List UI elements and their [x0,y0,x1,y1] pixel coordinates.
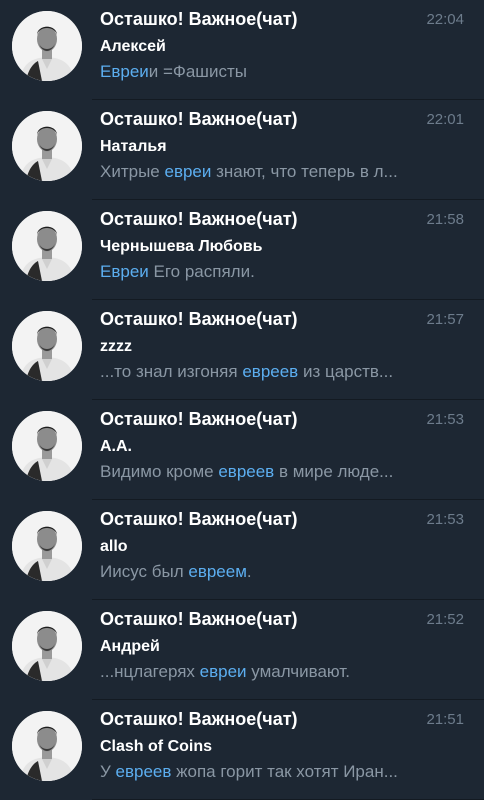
chat-avatar [12,411,82,481]
message-preview: Хитрые евреи знают, что теперь в л... [100,162,445,182]
profile-photo [12,211,82,281]
message-sender: А.А. [100,438,132,455]
chat-title: Осташко! Важное(чат) [100,609,298,629]
profile-photo [12,111,82,181]
chat-result-row[interactable]: Осташко! Важное(чат) 21:58 Чернышева Люб… [0,200,484,300]
chat-avatar [12,11,82,81]
message-preview: Видимо кроме евреев в мире люде... [100,462,445,482]
profile-photo [12,11,82,81]
message-sender: Андрей [100,638,160,655]
chat-title: Осташко! Важное(чат) [100,9,298,29]
profile-photo [12,511,82,581]
preview-text: Его распяли. [148,262,255,281]
preview-text: в мире люде... [274,462,394,481]
message-time: 21:52 [426,611,464,628]
chat-result-row[interactable]: Осташко! Важное(чат) 21:52 Андрей ...нцл… [0,600,484,700]
search-highlight: евреев [115,762,172,781]
chat-avatar [12,711,82,781]
search-highlight: евреи [199,662,247,681]
search-highlight: евреи [164,162,212,181]
message-time: 21:53 [426,511,464,528]
preview-text: У [100,762,116,781]
preview-text: ...нцлагерях [100,662,200,681]
search-results-list: Осташко! Важное(чат) 22:04 Алексей Евреи… [0,0,484,800]
message-time: 22:01 [426,111,464,128]
preview-text: . [246,562,252,581]
message-sender: allo [100,538,128,555]
message-preview: ...то знал изгоняя евреев из царств... [100,362,445,382]
chat-result-row[interactable]: Осташко! Важное(чат) 21:53 allo Иисус бы… [0,500,484,600]
message-sender: Чернышева Любовь [100,238,263,255]
profile-photo [12,711,82,781]
chat-avatar [12,311,82,381]
chat-result-row[interactable]: Осташко! Важное(чат) 21:51 Clash of Coin… [0,700,484,800]
chat-avatar [12,111,82,181]
preview-text: Иисус был [100,562,189,581]
chat-result-row[interactable]: Осташко! Важное(чат) 22:01 Наталья Хитры… [0,100,484,200]
chat-avatar [12,611,82,681]
message-time: 21:53 [426,411,464,428]
chat-result-row[interactable]: Осташко! Важное(чат) 21:53 А.А. Видимо к… [0,400,484,500]
chat-result-row[interactable]: Осташко! Важное(чат) 21:57 zzzz ...то зн… [0,300,484,400]
preview-text: Видимо кроме [100,462,219,481]
chat-title: Осташко! Важное(чат) [100,209,298,229]
search-highlight: евреев [218,462,275,481]
search-highlight: евреев [242,362,299,381]
message-preview: Евреи Его распяли. [100,262,445,282]
message-preview: Евреии =Фашисты [100,62,445,82]
preview-text: умалчивают. [246,662,350,681]
message-preview: У евреев жопа горит так хотят Иран... [100,762,445,782]
message-sender: Clash of Coins [100,738,213,755]
chat-title: Осташко! Важное(чат) [100,509,298,529]
message-time: 21:51 [426,711,464,728]
message-preview: Иисус был евреем. [100,562,445,582]
message-sender: Наталья [100,138,167,155]
profile-photo [12,611,82,681]
chat-title: Осташко! Важное(чат) [100,109,298,129]
preview-text: из царств... [298,362,394,381]
message-sender: Алексей [100,38,166,55]
chat-title: Осташко! Важное(чат) [100,409,298,429]
preview-text: ...то знал изгоняя [100,362,243,381]
preview-text: знают, что теперь в л... [211,162,398,181]
profile-photo [12,311,82,381]
message-preview: ...нцлагерях евреи умалчивают. [100,662,445,682]
search-highlight: Евреи [100,62,149,81]
chat-avatar [12,511,82,581]
message-time: 21:58 [426,211,464,228]
preview-text: жопа горит так хотят Иран... [171,762,398,781]
chat-title: Осташко! Важное(чат) [100,309,298,329]
search-highlight: евреем [188,562,247,581]
message-sender: zzzz [100,338,132,355]
preview-text: Хитрые [100,162,165,181]
profile-photo [12,411,82,481]
message-time: 22:04 [426,11,464,28]
chat-avatar [12,211,82,281]
preview-text: и =Фашисты [148,62,247,81]
chat-title: Осташко! Важное(чат) [100,709,298,729]
chat-result-row[interactable]: Осташко! Важное(чат) 22:04 Алексей Евреи… [0,0,484,100]
message-time: 21:57 [426,311,464,328]
search-highlight: Евреи [100,262,149,281]
